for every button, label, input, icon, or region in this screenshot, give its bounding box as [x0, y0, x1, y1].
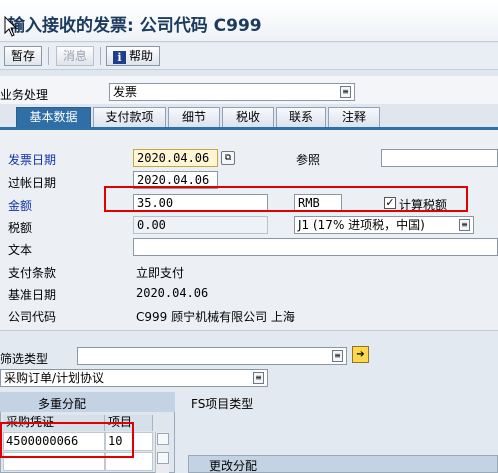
tab-payment[interactable]: 支付款项 — [93, 107, 166, 128]
tab-details[interactable]: 细节 — [168, 107, 220, 128]
multi-assign-header — [0, 392, 175, 412]
mouse-cursor-icon — [4, 16, 18, 37]
invoice-date-field[interactable]: 2020.04.06 — [133, 149, 218, 167]
reference-doc-type-select[interactable]: 采购订单/计划协议 ≡ — [0, 369, 268, 387]
reference-doc-type-value: 采购订单/计划协议 — [4, 371, 105, 385]
text-label: 文本 — [8, 243, 33, 257]
tab-tax[interactable]: 税收 — [222, 107, 274, 128]
posting-date-label: 过帐日期 — [8, 176, 57, 190]
reference-label: 参照 — [296, 153, 321, 167]
tax-amount-label: 税额 — [8, 221, 33, 235]
help-label: 帮助 — [129, 49, 154, 63]
info-icon: i — [113, 51, 126, 64]
highlight-box-po — [0, 422, 134, 458]
filter-type-select[interactable]: ≡ — [77, 347, 347, 365]
company-code-label: 公司代码 — [8, 310, 57, 324]
calendar-icon[interactable]: ⧉ — [221, 151, 235, 165]
table-scrollbar[interactable] — [155, 432, 169, 473]
invoice-date-label: 发票日期 — [8, 153, 57, 167]
amount-label: 金额 — [8, 199, 33, 213]
change-split-label: 更改分配 — [209, 459, 258, 473]
hold-button[interactable]: 暂存 — [4, 46, 43, 66]
tax-amount-field[interactable]: 0.00 — [133, 216, 268, 234]
dropdown-icon[interactable]: ≡ — [340, 86, 351, 98]
arrow-right-icon[interactable]: ➔ — [352, 346, 369, 363]
application-toolbar: 暂存 消息 i 帮助 — [0, 43, 498, 70]
tax-code-select[interactable]: J1 (17% 进项税，中国) ≡ — [294, 216, 474, 234]
help-button[interactable]: i 帮助 — [106, 46, 161, 66]
dropdown-icon[interactable]: ≡ — [253, 372, 264, 384]
tab-notes[interactable]: 注释 — [328, 107, 380, 128]
multi-assign-button[interactable]: 多重分配 — [38, 395, 86, 412]
scroll-up-icon[interactable] — [157, 433, 169, 445]
business-process-label: 业务处理 — [0, 88, 49, 102]
baseline-date-value: 2020.04.06 — [136, 286, 209, 300]
toolbar-separator — [100, 47, 101, 65]
reference-field[interactable] — [381, 149, 498, 167]
filter-type-label: 筛选类型 — [0, 352, 49, 366]
payment-terms-label: 支付条款 — [8, 266, 57, 280]
company-code-value: C999 顾宁机械有限公司 上海 — [136, 310, 295, 324]
tax-code-value: J1 (17% 进项税，中国) — [298, 218, 425, 232]
window-title: 输入接收的发票: 公司代码 C999 — [8, 16, 262, 36]
messages-button[interactable]: 消息 — [56, 46, 95, 66]
business-process-select[interactable]: 发票 ≡ — [109, 83, 355, 101]
text-field[interactable] — [133, 238, 498, 256]
highlight-box-amount — [104, 186, 468, 212]
dropdown-icon[interactable]: ≡ — [459, 219, 470, 231]
tab-contact[interactable]: 联系 — [276, 107, 326, 128]
business-process-value: 发票 — [113, 85, 138, 99]
change-split-button[interactable]: 更改分配 — [188, 455, 498, 473]
toolbar-separator — [48, 47, 49, 65]
baseline-date-label: 基准日期 — [8, 288, 57, 302]
dropdown-icon[interactable]: ≡ — [332, 350, 343, 362]
scroll-thumb[interactable] — [157, 452, 169, 464]
payment-terms-value: 立即支付 — [136, 266, 185, 280]
tab-basic-data[interactable]: 基本数据 — [16, 107, 91, 128]
fs-item-type-label: FS项目类型 — [191, 397, 254, 411]
